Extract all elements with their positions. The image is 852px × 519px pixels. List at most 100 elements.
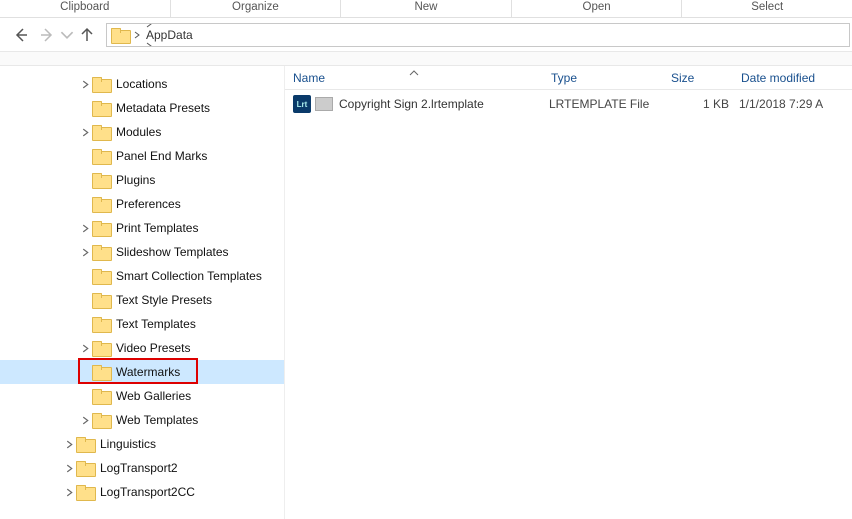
history-dropdown[interactable] [60,22,74,48]
tree-item-label: Web Galleries [116,389,191,403]
expand-chevron-icon[interactable] [62,464,76,473]
tree-item[interactable]: Text Templates [0,312,284,336]
folder-icon [92,101,110,115]
folder-icon [76,485,94,499]
chevron-right-icon[interactable] [143,42,240,47]
folder-icon [92,413,110,427]
folder-icon [92,389,110,403]
chevron-right-icon[interactable] [131,31,143,39]
column-header-date[interactable]: Date modified [733,71,852,85]
navigation-bar: This PC(C:) C Local DiskUsersAppDataRoam… [0,18,852,52]
column-headers: Name Type Size Date modified [285,66,852,90]
tree-item[interactable]: Watermarks [0,360,284,384]
folder-icon [92,221,110,235]
tree-item-label: Text Templates [116,317,196,331]
expand-chevron-icon[interactable] [78,344,92,353]
tree-item[interactable]: LogTransport2 [0,456,284,480]
ribbon-section-labels: Clipboard Organize New Open Select [0,0,852,18]
address-bar[interactable]: This PC(C:) C Local DiskUsersAppDataRoam… [106,23,850,47]
tree-item-label: LogTransport2CC [100,485,195,499]
file-size: 1 KB [669,97,739,111]
tree-item-label: Video Presets [116,341,191,355]
expand-chevron-icon[interactable] [78,248,92,257]
tree-item[interactable]: Print Templates [0,216,284,240]
file-name: Copyright Sign 2.lrtemplate [339,97,549,111]
folder-icon [76,437,94,451]
tree-item-label: Plugins [116,173,155,187]
ribbon-label-organize: Organize [171,0,341,17]
folder-icon [92,341,110,355]
tree-item[interactable]: Metadata Presets [0,96,284,120]
tree-item[interactable]: Linguistics [0,432,284,456]
arrow-left-icon [13,27,29,43]
arrow-up-icon [79,27,95,43]
tree-item-label: Watermarks [116,365,180,379]
file-type: LRTEMPLATE File [549,97,669,111]
tree-item-label: LogTransport2 [100,461,178,475]
ribbon-label-select: Select [682,0,852,17]
folder-icon [92,173,110,187]
tree-item[interactable]: Plugins [0,168,284,192]
tree-item[interactable]: Preferences [0,192,284,216]
forward-button[interactable] [34,22,60,48]
tree-item-label: Smart Collection Templates [116,269,262,283]
tree-item-label: Text Style Presets [116,293,212,307]
file-list[interactable]: Lrt Copyright Sign 2.lrtemplateLRTEMPLATE… [285,90,852,118]
file-row[interactable]: Lrt Copyright Sign 2.lrtemplateLRTEMPLATE… [285,90,852,118]
toolbar-spacer [0,52,852,66]
expand-chevron-icon[interactable] [78,416,92,425]
tree-item-label: Web Templates [116,413,198,427]
breadcrumb[interactable]: AppData [143,28,240,42]
expand-chevron-icon[interactable] [62,440,76,449]
tree-item-label: Preferences [116,197,181,211]
expand-chevron-icon[interactable] [78,128,92,137]
folder-icon [92,293,110,307]
back-button[interactable] [8,22,34,48]
folder-icon [92,77,110,91]
folder-icon [76,461,94,475]
sort-indicator-icon [285,70,543,76]
folder-icon [92,245,110,259]
tree-item[interactable]: Video Presets [0,336,284,360]
tree-item-label: Modules [116,125,161,139]
tree-item-label: Linguistics [100,437,156,451]
column-header-type[interactable]: Type [543,71,663,85]
tree-item[interactable]: Web Galleries [0,384,284,408]
folder-icon [111,26,129,44]
tree-item-label: Panel End Marks [116,149,207,163]
expand-chevron-icon[interactable] [78,224,92,233]
chevron-down-icon [60,27,74,43]
file-list-pane: Name Type Size Date modified Lrt Copyrigh… [285,66,852,519]
lrtemplate-icon: Lrt [293,95,311,113]
tree-item-label: Locations [116,77,167,91]
ribbon-label-new: New [341,0,511,17]
folder-tree[interactable]: Locations Metadata Presets Modules Panel En… [0,66,285,519]
folder-icon [92,269,110,283]
ribbon-label-open: Open [512,0,682,17]
tree-item[interactable]: Modules [0,120,284,144]
arrow-right-icon [39,27,55,43]
expand-chevron-icon[interactable] [62,488,76,497]
tree-item[interactable]: Locations [0,72,284,96]
folder-icon [92,149,110,163]
tree-item[interactable]: Panel End Marks [0,144,284,168]
tree-item[interactable]: Smart Collection Templates [0,264,284,288]
tree-item-label: Metadata Presets [116,101,210,115]
ribbon-label-clipboard: Clipboard [0,0,170,17]
tree-item[interactable]: Text Style Presets [0,288,284,312]
file-date: 1/1/2018 7:29 A [739,97,823,111]
main-area: Locations Metadata Presets Modules Panel En… [0,66,852,519]
tree-item-label: Slideshow Templates [116,245,229,259]
up-button[interactable] [74,22,100,48]
folder-icon [92,197,110,211]
tree-item[interactable]: LogTransport2CC [0,480,284,504]
tree-item[interactable]: Slideshow Templates [0,240,284,264]
folder-icon [92,365,110,379]
folder-icon [92,125,110,139]
folder-icon [92,317,110,331]
tree-item-label: Print Templates [116,221,198,235]
column-header-size[interactable]: Size [663,71,733,85]
expand-chevron-icon[interactable] [78,80,92,89]
column-header-name[interactable]: Name [285,71,543,85]
tree-item[interactable]: Web Templates [0,408,284,432]
